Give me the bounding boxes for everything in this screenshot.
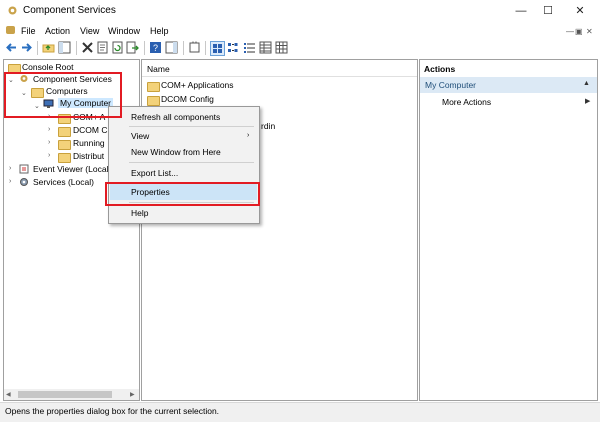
scrollbar-thumb[interactable]: [18, 391, 112, 398]
small-icons-view-icon[interactable]: [227, 41, 240, 54]
menu-window[interactable]: Window: [108, 26, 140, 36]
list-view-icon[interactable]: [243, 41, 256, 54]
forward-arrow-icon[interactable]: [20, 41, 33, 54]
folder-icon: [58, 127, 71, 137]
list-item-partial-text: rdin: [261, 121, 276, 131]
toolbar-separator: [37, 41, 38, 55]
menu-view[interactable]: View: [80, 26, 99, 36]
show-hide-tree-icon[interactable]: [58, 41, 71, 54]
grid-view-icon[interactable]: [275, 41, 288, 54]
highlight-box-tree: [4, 72, 122, 118]
column-header-row: [142, 60, 417, 77]
context-menu: Refresh all components View › New Window…: [108, 106, 260, 224]
chevron-right-icon[interactable]: ›: [48, 126, 50, 133]
detail-view-icon[interactable]: [259, 41, 272, 54]
chevron-right-icon[interactable]: ›: [48, 139, 50, 146]
submenu-arrow-icon: ›: [247, 132, 250, 139]
menu-help[interactable]: Help: [150, 26, 169, 36]
folder-icon: [147, 82, 160, 92]
window-title: Component Services: [23, 5, 116, 16]
maximize-button[interactable]: ☐: [533, 0, 563, 22]
actions-pane: Actions My Computer ▲ More Actions ▶: [419, 59, 598, 401]
menu-separator: [129, 126, 254, 127]
svg-text:?: ?: [153, 43, 158, 53]
folder-icon: [147, 96, 160, 106]
scroll-left-icon[interactable]: ◀: [6, 391, 11, 398]
tree-item-services[interactable]: Services (Local): [33, 177, 94, 187]
large-icons-view-icon[interactable]: [210, 41, 225, 56]
mdi-restore-icon[interactable]: ▣: [575, 27, 583, 36]
up-folder-icon[interactable]: [42, 41, 55, 54]
export-list-icon[interactable]: [126, 41, 139, 54]
minimize-button[interactable]: —: [506, 0, 536, 22]
toolbar-separator: [76, 41, 77, 55]
menu-help[interactable]: Help: [131, 208, 148, 218]
chevron-right-icon[interactable]: ›: [9, 178, 11, 185]
menu-refresh-all-components[interactable]: Refresh all components: [131, 112, 220, 122]
chevron-right-icon[interactable]: ›: [48, 152, 50, 159]
collapse-up-icon[interactable]: ▲: [583, 80, 590, 87]
column-header-name[interactable]: Name: [147, 64, 170, 74]
tree-item-console-root[interactable]: Console Root: [22, 62, 74, 72]
menu-file[interactable]: File: [21, 26, 36, 36]
refresh-icon[interactable]: [111, 41, 124, 54]
tree-item-event-viewer[interactable]: Event Viewer (Local: [33, 164, 108, 174]
scroll-right-icon[interactable]: ▶: [130, 391, 135, 398]
delete-icon[interactable]: [81, 41, 94, 54]
actions-section-title: My Computer: [425, 80, 477, 90]
tree-item-dcom[interactable]: DCOM C: [73, 125, 107, 135]
status-text: Opens the properties dialog box for the …: [5, 406, 220, 416]
show-hide-action-pane-icon[interactable]: [165, 41, 178, 54]
list-item-com-applications[interactable]: COM+ Applications: [161, 80, 234, 90]
actions-header: Actions: [424, 64, 456, 74]
list-item-dcom-config[interactable]: DCOM Config: [161, 94, 214, 104]
services-gear-icon: [19, 177, 29, 187]
folder-icon: [58, 140, 71, 150]
more-actions-link[interactable]: More Actions: [442, 97, 491, 107]
properties-sheet-icon[interactable]: [96, 41, 109, 54]
component-services-icon: [7, 5, 18, 16]
menu-action[interactable]: Action: [45, 26, 70, 36]
menu-new-window[interactable]: New Window from Here: [131, 147, 221, 157]
menu-separator: [129, 162, 254, 163]
app-menu-icon[interactable]: [6, 26, 15, 34]
toolbar-separator: [205, 41, 206, 55]
folder-icon: [58, 153, 71, 163]
stop-service-icon[interactable]: [188, 41, 201, 54]
mdi-minimize-icon[interactable]: —: [566, 27, 574, 36]
back-arrow-icon[interactable]: [5, 41, 18, 54]
help-icon[interactable]: ?: [149, 41, 162, 54]
menu-view[interactable]: View: [131, 131, 149, 141]
close-button[interactable]: ✕: [565, 0, 595, 22]
menu-export-list[interactable]: Export List...: [131, 168, 178, 178]
horizontal-scrollbar[interactable]: ◀ ▶: [4, 389, 139, 400]
toolbar-separator: [144, 41, 145, 55]
highlight-box-properties: [105, 182, 260, 206]
chevron-right-icon: ▶: [585, 98, 591, 105]
event-viewer-icon: [19, 164, 29, 174]
chevron-right-icon[interactable]: ›: [9, 165, 11, 172]
tree-item-running[interactable]: Running: [73, 138, 105, 148]
tree-item-distributed[interactable]: Distribut: [73, 151, 104, 161]
mdi-close-icon[interactable]: ✕: [586, 27, 593, 36]
toolbar-separator: [183, 41, 184, 55]
